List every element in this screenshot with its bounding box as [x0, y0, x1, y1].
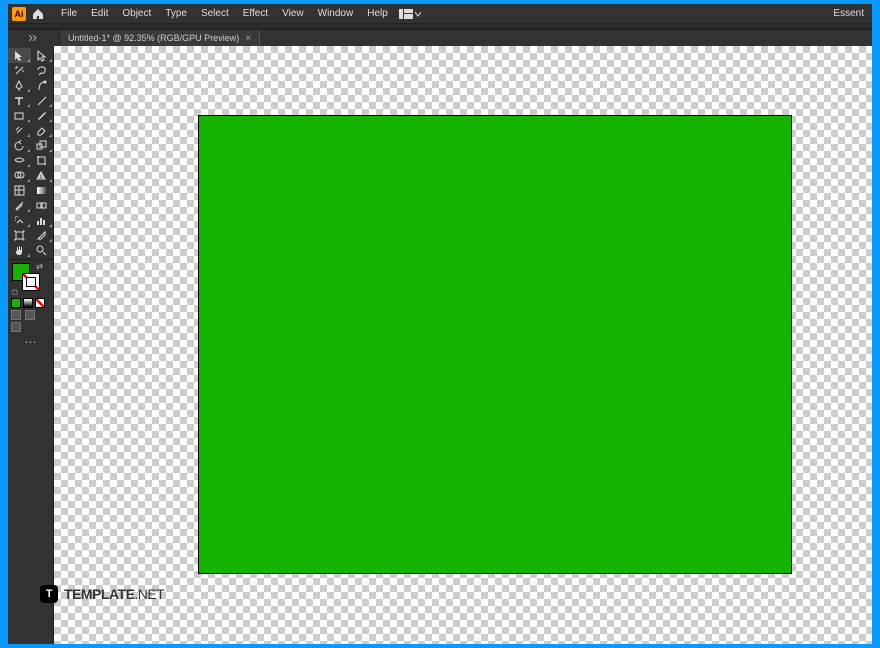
menu-window[interactable]: Window — [311, 4, 361, 24]
tab-title: Untitled-1* @ 92.35% (RGB/GPU Preview) — [68, 33, 239, 43]
width-tool[interactable] — [8, 153, 31, 168]
color-mode-row — [8, 297, 53, 309]
direct-selection-tool[interactable] — [31, 48, 54, 63]
perspective-grid-tool[interactable] — [31, 168, 54, 183]
mesh-tool[interactable] — [8, 183, 31, 198]
watermark-light: .NET — [134, 586, 164, 602]
workspace-switcher[interactable] — [399, 9, 421, 19]
menu-help[interactable]: Help — [360, 4, 395, 24]
eraser-tool[interactable] — [31, 123, 54, 138]
scale-tool[interactable] — [31, 138, 54, 153]
column-graph-tool[interactable] — [31, 213, 54, 228]
menu-select[interactable]: Select — [194, 4, 236, 24]
pen-tool[interactable] — [8, 78, 31, 93]
draw-mode-row — [8, 309, 53, 321]
menu-view[interactable]: View — [275, 4, 311, 24]
blend-tool[interactable] — [31, 198, 54, 213]
draw-behind[interactable] — [25, 310, 35, 320]
app-logo[interactable]: Ai — [12, 7, 26, 21]
gradient-tool[interactable] — [31, 183, 54, 198]
color-mode-none[interactable] — [35, 298, 45, 308]
tabbar: Untitled-1* @ 92.35% (RGB/GPU Preview) × — [8, 30, 872, 46]
swap-fill-stroke-icon[interactable]: ⇄ — [36, 262, 43, 271]
artboard-tool[interactable] — [8, 228, 31, 243]
watermark-text: TEMPLATE.NET — [64, 586, 164, 602]
watermark-logo: T — [40, 585, 58, 603]
free-transform-tool[interactable] — [31, 153, 54, 168]
app-frame: Ai File Edit Object Type Select Effect V… — [8, 4, 872, 644]
home-icon[interactable] — [30, 6, 46, 22]
color-mode-gradient[interactable] — [23, 298, 33, 308]
hand-tool[interactable] — [8, 243, 31, 258]
default-fill-stroke-icon[interactable]: ◻ — [12, 288, 18, 296]
screen-mode[interactable] — [11, 322, 21, 332]
magic-wand-tool[interactable] — [8, 63, 31, 78]
toolbar-header — [8, 30, 60, 46]
toolbar: ⇄ ◻ ⋯ — [8, 46, 54, 644]
menu-type[interactable]: Type — [158, 4, 194, 24]
lasso-tool[interactable] — [31, 63, 54, 78]
canvas[interactable] — [54, 46, 872, 644]
type-tool[interactable] — [8, 93, 31, 108]
double-chevron-icon[interactable] — [29, 35, 39, 41]
rectangle-tool[interactable] — [8, 108, 31, 123]
zoom-tool[interactable] — [31, 243, 54, 258]
color-mode-solid[interactable] — [11, 298, 21, 308]
symbol-sprayer-tool[interactable] — [8, 213, 31, 228]
line-tool[interactable] — [31, 93, 54, 108]
selection-tool[interactable] — [8, 48, 31, 63]
stroke-swatch[interactable] — [22, 273, 40, 291]
rotate-tool[interactable] — [8, 138, 31, 153]
menu-file[interactable]: File — [54, 4, 84, 24]
paintbrush-tool[interactable] — [31, 108, 54, 123]
shape-builder-tool[interactable] — [8, 168, 31, 183]
workspace-label[interactable]: Essent — [827, 8, 870, 19]
tab-close-icon[interactable]: × — [245, 33, 251, 44]
screen-mode-row — [8, 321, 53, 333]
curvature-tool[interactable] — [31, 78, 54, 93]
eyedropper-tool[interactable] — [8, 198, 31, 213]
chevron-down-icon — [415, 11, 421, 17]
draw-normal[interactable] — [11, 310, 21, 320]
menu-effect[interactable]: Effect — [236, 4, 275, 24]
menu-object[interactable]: Object — [115, 4, 158, 24]
layout-icon — [399, 9, 413, 19]
green-rectangle-shape[interactable] — [198, 115, 792, 574]
menu-edit[interactable]: Edit — [84, 4, 115, 24]
watermark: T TEMPLATE.NET — [40, 585, 164, 603]
shaper-tool[interactable] — [8, 123, 31, 138]
watermark-bold: TEMPLATE — [64, 586, 134, 602]
edit-toolbar-icon[interactable]: ⋯ — [8, 333, 53, 351]
main-area: ⇄ ◻ ⋯ — [8, 46, 872, 644]
fill-stroke-swatches[interactable]: ⇄ ◻ — [8, 261, 53, 297]
document-tab[interactable]: Untitled-1* @ 92.35% (RGB/GPU Preview) × — [60, 30, 260, 46]
menubar: Ai File Edit Object Type Select Effect V… — [8, 4, 872, 24]
slice-tool[interactable] — [31, 228, 54, 243]
